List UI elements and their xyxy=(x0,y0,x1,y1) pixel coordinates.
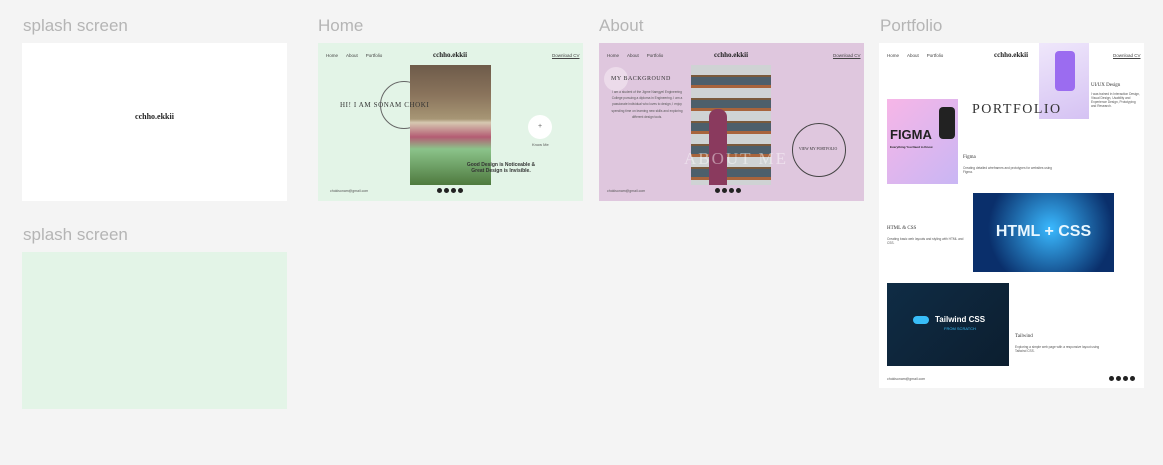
tailwind-image: Tailwind CSS FROM SCRATCH xyxy=(887,283,1009,366)
home-know-me-label: Know Me xyxy=(532,142,549,147)
splash-screen-frame-2[interactable] xyxy=(22,252,287,409)
about-nav-home[interactable]: Home xyxy=(607,53,619,58)
portfolio-nav-home[interactable]: Home xyxy=(887,53,899,58)
figma-image-title: FIGMA xyxy=(890,127,932,142)
home-nav-about[interactable]: About xyxy=(346,53,358,58)
portfolio-nav: Home About Portfolio xyxy=(887,53,943,58)
about-logo: cchho.ekkii xyxy=(714,51,749,59)
figma-title: Figma xyxy=(963,155,976,160)
uiux-phone-graphic xyxy=(1055,51,1075,91)
about-nav-about[interactable]: About xyxy=(627,53,639,58)
portfolio-nav-about[interactable]: About xyxy=(907,53,919,58)
frame-label-about[interactable]: About xyxy=(599,16,643,36)
frame-label-home[interactable]: Home xyxy=(318,16,363,36)
home-know-me-button[interactable]: + xyxy=(528,115,552,139)
figma-phone-graphic xyxy=(939,107,955,139)
tailwind-title: Tailwind xyxy=(1015,334,1033,339)
about-social-links xyxy=(715,188,741,193)
frame-label-portfolio[interactable]: Portfolio xyxy=(880,16,942,36)
about-nav: Home About Portfolio xyxy=(607,53,663,58)
home-logo: cchho.ekkii xyxy=(433,51,468,59)
portfolio-footer-email[interactable]: chokisonam@gmail.com xyxy=(887,377,925,381)
home-frame[interactable]: Home About Portfolio cchho.ekkii Downloa… xyxy=(318,43,583,201)
home-nav-home[interactable]: Home xyxy=(326,53,338,58)
about-photo-person xyxy=(709,109,727,185)
linkedin-icon[interactable] xyxy=(729,188,734,193)
figma-image: FIGMA Everything You Need to Know xyxy=(887,99,958,184)
figma-image-subtitle: Everything You Need to Know xyxy=(890,145,933,149)
uiux-text: I was trained in Interaction Design, Vis… xyxy=(1091,92,1140,108)
portfolio-social-links xyxy=(1109,376,1135,381)
linkedin-icon[interactable] xyxy=(451,188,456,193)
facebook-icon[interactable] xyxy=(437,188,442,193)
portfolio-logo: cchho.ekkii xyxy=(994,51,1029,59)
portfolio-download-cv[interactable]: Download CV xyxy=(1113,53,1141,58)
tailwind-image-title: Tailwind CSS xyxy=(935,315,986,324)
html-css-text: Creating basic web layouts and styling w… xyxy=(887,237,964,245)
about-footer-email[interactable]: chokisonam@gmail.com xyxy=(607,189,645,193)
portfolio-frame[interactable]: Home About Portfolio cchho.ekkii Downloa… xyxy=(879,43,1144,388)
home-nav: Home About Portfolio xyxy=(326,53,382,58)
about-download-cv[interactable]: Download CV xyxy=(833,53,861,58)
portfolio-nav-portfolio[interactable]: Portfolio xyxy=(927,53,944,58)
home-nav-portfolio[interactable]: Portfolio xyxy=(366,53,383,58)
html-css-image: HTML + CSS xyxy=(973,193,1114,272)
home-download-cv[interactable]: Download CV xyxy=(552,53,580,58)
tailwind-logo-icon xyxy=(913,316,929,324)
instagram-icon[interactable] xyxy=(722,188,727,193)
about-body-text: I am a student of the Jigme Namgyel Engi… xyxy=(611,90,683,119)
facebook-icon[interactable] xyxy=(1109,376,1114,381)
about-nav-portfolio[interactable]: Portfolio xyxy=(647,53,664,58)
about-heading: MY BACKGROUND xyxy=(611,76,671,82)
home-quote: Good Design is Noticeable & Great Design… xyxy=(466,162,536,174)
portfolio-title: PORTFOLIO xyxy=(972,102,1062,117)
home-intro-heading: HI! I AM SONAM CHOKI xyxy=(340,101,430,109)
home-footer-email[interactable]: chokisonam@gmail.com xyxy=(330,189,368,193)
tailwind-image-subtitle: FROM SCRATCH xyxy=(944,326,976,331)
uiux-title: UI/UX Design xyxy=(1091,83,1121,88)
home-social-links xyxy=(437,188,463,193)
about-view-portfolio-label: VIEW MY PORTFOLIO xyxy=(798,147,838,151)
github-icon[interactable] xyxy=(458,188,463,193)
facebook-icon[interactable] xyxy=(715,188,720,193)
frame-label-splash-screen[interactable]: splash screen xyxy=(23,16,128,36)
frame-label-splash-screen-2[interactable]: splash screen xyxy=(23,225,128,245)
instagram-icon[interactable] xyxy=(1116,376,1121,381)
splash-logo: cchho.ekkii xyxy=(135,112,174,121)
instagram-icon[interactable] xyxy=(444,188,449,193)
html-css-title: HTML & CSS xyxy=(887,226,917,231)
html-css-image-text: HTML + CSS xyxy=(995,223,1092,240)
tailwind-text: Exploring a simple web page with a respo… xyxy=(1015,345,1100,353)
linkedin-icon[interactable] xyxy=(1123,376,1128,381)
about-frame[interactable]: Home About Portfolio cchho.ekkii Downloa… xyxy=(599,43,864,201)
github-icon[interactable] xyxy=(1130,376,1135,381)
github-icon[interactable] xyxy=(736,188,741,193)
splash-screen-frame[interactable]: cchho.ekkii xyxy=(22,43,287,201)
about-watermark: ABOUT ME xyxy=(684,149,788,168)
figma-text: Creating detailed wireframes and prototy… xyxy=(963,166,1052,174)
